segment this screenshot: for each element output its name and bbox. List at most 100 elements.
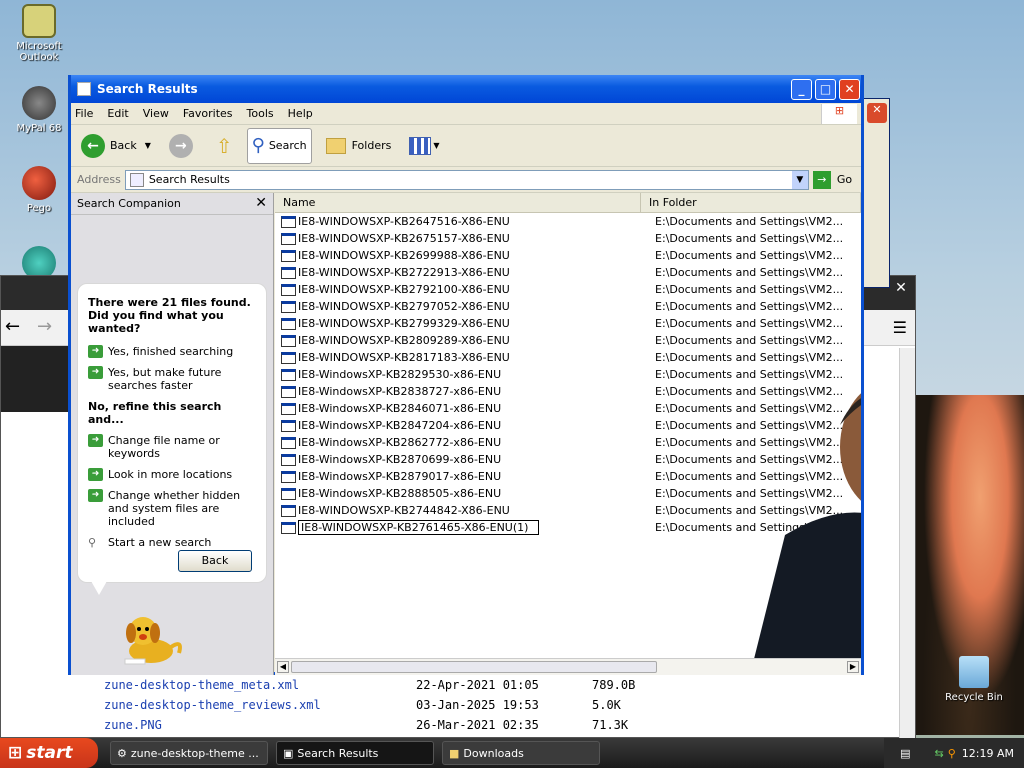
file-name[interactable]: IE8-WINDOWSXP-KB2809289-X86-ENU [298, 334, 655, 347]
file-icon [281, 453, 296, 466]
desktop-icon-outlook[interactable]: Microsoft Outlook [4, 4, 74, 63]
file-name[interactable]: IE8-WindowsXP-KB2862772-x86-ENU [298, 436, 655, 449]
horizontal-scrollbar[interactable]: ◀ ▶ [275, 658, 861, 675]
search-button[interactable]: ⚲ Search [246, 127, 312, 164]
menu-help[interactable]: Help [288, 107, 313, 120]
table-row[interactable]: IE8-WINDOWSXP-KB2647516-X86-ENU E:\Docume… [275, 213, 861, 230]
table-row[interactable]: IE8-WINDOWSXP-KB2675157-X86-ENU E:\Docume… [275, 230, 861, 247]
start-button[interactable]: ⊞ start [0, 738, 98, 768]
file-name[interactable]: IE8-WINDOWSXP-KB2799329-X86-ENU [298, 317, 655, 330]
close-icon[interactable]: ✕ [867, 103, 887, 123]
keyboard-icon[interactable]: ▤ [900, 747, 910, 760]
option-new-search[interactable]: ⚲ Start a new search [88, 536, 256, 549]
table-row[interactable]: IE8-WINDOWSXP-KB2797052-X86-ENU E:\Docume… [275, 298, 861, 315]
table-row[interactable]: IE8-WINDOWSXP-KB2792100-X86-ENU E:\Docume… [275, 281, 861, 298]
green-arrow-icon: ➜ [88, 366, 103, 379]
search-icon: ⚲ [251, 135, 265, 156]
download-link[interactable]: zune-desktop-theme_reviews.xml [104, 698, 416, 718]
scroll-left-icon[interactable]: ◀ [277, 661, 289, 673]
file-name[interactable]: IE8-WindowsXP-KB2829530-x86-ENU [298, 368, 655, 381]
desktop-icon-mypal[interactable]: MyPal 68 [4, 86, 74, 134]
file-name[interactable]: IE8-WINDOWSXP-KB2817183-X86-ENU [298, 351, 655, 364]
go-button[interactable]: → Go [812, 170, 852, 189]
table-row[interactable]: IE8-WINDOWSXP-KB2799329-X86-ENU E:\Docume… [275, 315, 861, 332]
table-row[interactable]: IE8-WINDOWSXP-KB2722913-X86-ENU E:\Docume… [275, 264, 861, 281]
scroll-thumb[interactable] [291, 661, 657, 673]
desktop-icon-pego[interactable]: Pego [4, 166, 74, 214]
taskbar-item-downloads[interactable]: ■ Downloads [442, 741, 600, 765]
file-name-text: IE8-WINDOWSXP-KB2792100-X86-ENU [298, 283, 510, 296]
list-item: zune-desktop-theme_meta.xml 22-Apr-2021 … [104, 678, 672, 698]
file-name[interactable]: IE8-WindowsXP-KB2870699-x86-ENU [298, 453, 655, 466]
menu-tools[interactable]: Tools [247, 107, 274, 120]
green-arrow-icon: ➜ [88, 489, 103, 502]
column-in-folder[interactable]: In Folder [641, 193, 861, 212]
companion-back-button[interactable]: Back [178, 550, 252, 572]
file-name[interactable]: IE8-WindowsXP-KB2888505-x86-ENU [298, 487, 655, 500]
close-button[interactable]: ✕ [839, 79, 860, 100]
file-name[interactable]: IE8-WINDOWSXP-KB2792100-X86-ENU [298, 283, 655, 296]
desktop-icon-recycle-bin[interactable]: Recycle Bin [940, 656, 1008, 703]
file-name[interactable]: IE8-WINDOWSXP-KB2761465-X86-ENU(1) [298, 520, 655, 535]
option-more-locations[interactable]: ➜ Look in more locations [88, 468, 256, 481]
address-bar: Address Search Results ▼ → Go [71, 167, 861, 193]
menu-favorites[interactable]: Favorites [183, 107, 233, 120]
menu-edit[interactable]: Edit [107, 107, 128, 120]
table-row[interactable]: IE8-WINDOWSXP-KB2817183-X86-ENU E:\Docume… [275, 349, 861, 366]
scroll-right-icon[interactable]: ▶ [847, 661, 859, 673]
browser-scrollbar[interactable] [899, 348, 915, 738]
option-change-filename[interactable]: ➜ Change file name or keywords [88, 434, 256, 460]
download-size: 5.0K [592, 698, 621, 712]
file-name[interactable]: IE8-WINDOWSXP-KB2675157-X86-ENU [298, 232, 655, 245]
address-input[interactable]: Search Results ▼ [124, 169, 809, 190]
file-name[interactable]: IE8-WINDOWSXP-KB2699988-X86-ENU [298, 249, 655, 262]
close-icon[interactable]: ✕ [891, 280, 911, 300]
file-name[interactable]: IE8-WINDOWSXP-KB2744842-X86-ENU [298, 504, 655, 517]
maximize-button[interactable]: □ [815, 79, 836, 100]
folders-button[interactable]: Folders [322, 128, 396, 164]
chevron-down-icon[interactable]: ▼ [791, 170, 808, 189]
file-name-text: IE8-WINDOWSXP-KB2799329-X86-ENU [298, 317, 510, 330]
table-row[interactable]: IE8-WINDOWSXP-KB2809289-X86-ENU E:\Docume… [275, 332, 861, 349]
network-icon[interactable]: ⇆ [935, 747, 944, 760]
taskbar-item-search-results[interactable]: ▣ Search Results [276, 741, 434, 765]
background-explorer-window[interactable]: ✕ [860, 98, 890, 288]
windows-flag-icon: ⊞ [821, 103, 857, 124]
option-hidden-files[interactable]: ➜ Change whether hidden and system files … [88, 489, 256, 528]
minimize-button[interactable]: _ [791, 79, 812, 100]
menu-file[interactable]: File [75, 107, 93, 120]
title-bar[interactable]: Search Results _ □ ✕ [71, 75, 861, 103]
search-icon[interactable]: ⚲ [948, 747, 956, 760]
file-icon [281, 232, 296, 245]
pego-icon [22, 166, 56, 200]
forward-arrow-icon[interactable]: → [37, 316, 52, 337]
table-row[interactable]: IE8-WINDOWSXP-KB2699988-X86-ENU E:\Docume… [275, 247, 861, 264]
file-name[interactable]: IE8-WindowsXP-KB2838727-x86-ENU [298, 385, 655, 398]
option-finished[interactable]: ➜ Yes, finished searching [88, 345, 256, 358]
forward-button[interactable]: → [165, 128, 202, 164]
chevron-down-icon[interactable]: ▼ [145, 141, 151, 150]
menu-view[interactable]: View [143, 107, 169, 120]
download-link[interactable]: zune-desktop-theme_meta.xml [104, 678, 416, 698]
file-name[interactable]: IE8-WINDOWSXP-KB2797052-X86-ENU [298, 300, 655, 313]
hamburger-menu-icon[interactable]: ☰ [893, 318, 907, 337]
file-name[interactable]: IE8-WindowsXP-KB2847204-x86-ENU [298, 419, 655, 432]
up-folder-button[interactable]: ⇧ [212, 128, 237, 164]
taskbar-item-browser[interactable]: ⚙ zune-desktop-theme ... [110, 741, 268, 765]
file-name[interactable]: IE8-WINDOWSXP-KB2647516-X86-ENU [298, 215, 655, 228]
column-name[interactable]: Name [275, 193, 641, 212]
search-results-window[interactable]: Search Results _ □ ✕ File Edit View Favo… [68, 75, 864, 675]
option-faster[interactable]: ➜ Yes, but make future searches faster [88, 366, 256, 392]
file-name[interactable]: IE8-WindowsXP-KB2846071-x86-ENU [298, 402, 655, 415]
close-icon[interactable]: ✕ [255, 195, 267, 211]
file-icon [281, 402, 296, 415]
file-name[interactable]: IE8-WINDOWSXP-KB2722913-X86-ENU [298, 266, 655, 279]
up-folder-icon: ⇧ [215, 133, 233, 158]
back-label: Back [110, 139, 137, 152]
download-link[interactable]: zune.PNG [104, 718, 416, 738]
file-name[interactable]: IE8-WindowsXP-KB2879017-x86-ENU [298, 470, 655, 483]
views-button[interactable]: ▼ [405, 128, 443, 164]
back-button[interactable]: ← Back ▼ [77, 128, 155, 164]
file-list[interactable]: Name In Folder IE8-WINDOWSXP-KB2647516-X… [275, 193, 861, 661]
back-arrow-icon[interactable]: ← [5, 316, 20, 337]
